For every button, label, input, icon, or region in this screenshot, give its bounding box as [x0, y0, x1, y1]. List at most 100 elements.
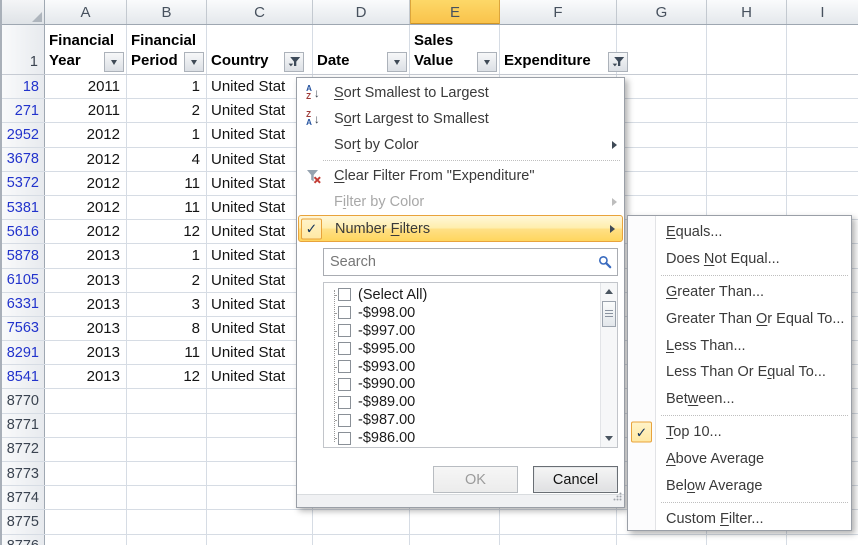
cell-empty[interactable] — [207, 535, 313, 545]
cell-year[interactable]: 2013 — [45, 317, 127, 340]
row-header[interactable]: 7563 — [0, 317, 45, 340]
filter-value-item[interactable]: -$997.00 — [324, 322, 600, 340]
submenu-item-between[interactable]: Between... — [628, 386, 851, 413]
row-header[interactable]: 5616 — [0, 220, 45, 243]
menu-item-sort-by-color[interactable]: Sort by Color — [297, 132, 624, 158]
cell-year[interactable]: 2013 — [45, 365, 127, 388]
column-header-B[interactable]: B — [127, 0, 207, 24]
row-header[interactable]: 8541 — [0, 365, 45, 388]
row-header[interactable]: 8773 — [0, 462, 45, 485]
cell-empty[interactable] — [127, 389, 207, 412]
cell-year[interactable]: 2013 — [45, 269, 127, 292]
header-cell-sales-value[interactable]: Sales Value — [410, 25, 500, 74]
filter-value-item[interactable]: -$995.00 — [324, 340, 600, 358]
cell-period[interactable]: 4 — [127, 148, 207, 171]
search-icon[interactable] — [598, 255, 612, 269]
cell-empty[interactable] — [45, 486, 127, 509]
row-header[interactable]: 8771 — [0, 414, 45, 437]
cell-period[interactable]: 3 — [127, 293, 207, 316]
cell-period[interactable]: 2 — [127, 269, 207, 292]
submenu-item-does-not-equal[interactable]: Does Not Equal... — [628, 246, 851, 273]
row-header[interactable]: 8291 — [0, 341, 45, 364]
row-header[interactable]: 271 — [0, 99, 45, 122]
row-header[interactable]: 3678 — [0, 148, 45, 171]
checkbox[interactable] — [338, 324, 351, 337]
cell-year[interactable]: 2013 — [45, 293, 127, 316]
filter-dropdown-button-date[interactable] — [387, 52, 407, 72]
cell-year[interactable]: 2012 — [45, 148, 127, 171]
row-header[interactable]: 6331 — [0, 293, 45, 316]
header-cell-country[interactable]: Country — [207, 25, 313, 74]
cell-empty[interactable] — [45, 414, 127, 437]
cell-empty[interactable] — [127, 510, 207, 533]
cell-empty[interactable] — [127, 486, 207, 509]
cell-period[interactable]: 11 — [127, 172, 207, 195]
empty-cells[interactable] — [313, 535, 858, 545]
filter-dropdown-button-financial-period[interactable] — [184, 52, 204, 72]
cell-empty[interactable] — [45, 389, 127, 412]
cell-empty[interactable] — [127, 535, 207, 545]
header-cell-financial-period[interactable]: Financial Period — [127, 25, 207, 74]
row-header[interactable]: 8775 — [0, 510, 45, 533]
cell-period[interactable]: 1 — [127, 123, 207, 146]
submenu-item-less-than[interactable]: Less Than... — [628, 332, 851, 359]
submenu-item-below-average[interactable]: Below Average — [628, 472, 851, 499]
column-header-D[interactable]: D — [313, 0, 410, 24]
submenu-item-custom-filter[interactable]: Custom Filter... — [628, 506, 851, 533]
row-header[interactable]: 8776 — [0, 535, 45, 545]
header-cell-financial-year[interactable]: Financial Year — [45, 25, 127, 74]
checkbox[interactable] — [338, 396, 351, 409]
row-header[interactable]: 5372 — [0, 172, 45, 195]
column-header-E-selected[interactable]: E — [410, 0, 500, 24]
cell-period[interactable]: 1 — [127, 244, 207, 267]
submenu-item-top-10[interactable]: ✓ Top 10... — [628, 419, 851, 446]
checkbox[interactable] — [338, 288, 351, 301]
cell-year[interactable]: 2013 — [45, 244, 127, 267]
cell-period[interactable]: 8 — [127, 317, 207, 340]
menu-item-clear-filter[interactable]: Clear Filter From "Expenditure" — [297, 163, 624, 189]
cell-year[interactable]: 2012 — [45, 196, 127, 219]
cell-period[interactable]: 1 — [127, 75, 207, 98]
row-header[interactable]: 5381 — [0, 196, 45, 219]
filter-value-item-partial[interactable] — [324, 447, 600, 448]
cell-empty[interactable] — [45, 462, 127, 485]
cell-empty[interactable] — [127, 414, 207, 437]
row-header[interactable]: 8772 — [0, 438, 45, 461]
filter-value-item[interactable]: -$986.00 — [324, 429, 600, 447]
submenu-item-greater-than-or-equal-to[interactable]: Greater Than Or Equal To... — [628, 306, 851, 333]
cell-empty[interactable] — [45, 535, 127, 545]
cell-period[interactable]: 11 — [127, 341, 207, 364]
checkbox[interactable] — [338, 306, 351, 319]
header-cell-expenditure[interactable]: Expenditure — [500, 25, 617, 74]
cell-period[interactable]: 12 — [127, 220, 207, 243]
row-header[interactable]: 8774 — [0, 486, 45, 509]
cancel-button[interactable]: Cancel — [533, 466, 618, 493]
filter-dropdown-button-sales-value[interactable] — [477, 52, 497, 72]
cell-year[interactable]: 2011 — [45, 99, 127, 122]
ok-button[interactable]: OK — [433, 466, 518, 493]
filter-value-item[interactable]: -$990.00 — [324, 375, 600, 393]
checkbox[interactable] — [338, 360, 351, 373]
row-header[interactable]: 5878 — [0, 244, 45, 267]
empty-header-cells[interactable] — [617, 25, 858, 74]
cell-empty[interactable] — [127, 438, 207, 461]
cell-empty[interactable] — [45, 438, 127, 461]
filter-value-item[interactable]: -$989.00 — [324, 393, 600, 411]
submenu-item-greater-than[interactable]: Greater Than... — [628, 279, 851, 306]
menu-item-sort-smallest-to-largest[interactable]: AZ↓ Sort Smallest to Largest — [297, 80, 624, 106]
filter-value-item[interactable]: -$998.00 — [324, 304, 600, 322]
cell-year[interactable]: 2013 — [45, 341, 127, 364]
column-header-C[interactable]: C — [207, 0, 313, 24]
row-header[interactable]: 8770 — [0, 389, 45, 412]
scroll-down-button[interactable] — [601, 430, 617, 447]
menu-item-sort-largest-to-smallest[interactable]: ZA↓ Sort Largest to Smallest — [297, 106, 624, 132]
filter-value-select-all[interactable]: (Select All) — [324, 286, 600, 304]
cell-empty[interactable] — [127, 462, 207, 485]
scroll-up-button[interactable] — [601, 283, 617, 300]
row-header-1[interactable]: 1 — [0, 25, 45, 74]
cell-period[interactable]: 12 — [127, 365, 207, 388]
row-header[interactable]: 6105 — [0, 269, 45, 292]
search-input[interactable] — [324, 254, 598, 270]
cell-period[interactable]: 2 — [127, 99, 207, 122]
checkbox[interactable] — [338, 414, 351, 427]
